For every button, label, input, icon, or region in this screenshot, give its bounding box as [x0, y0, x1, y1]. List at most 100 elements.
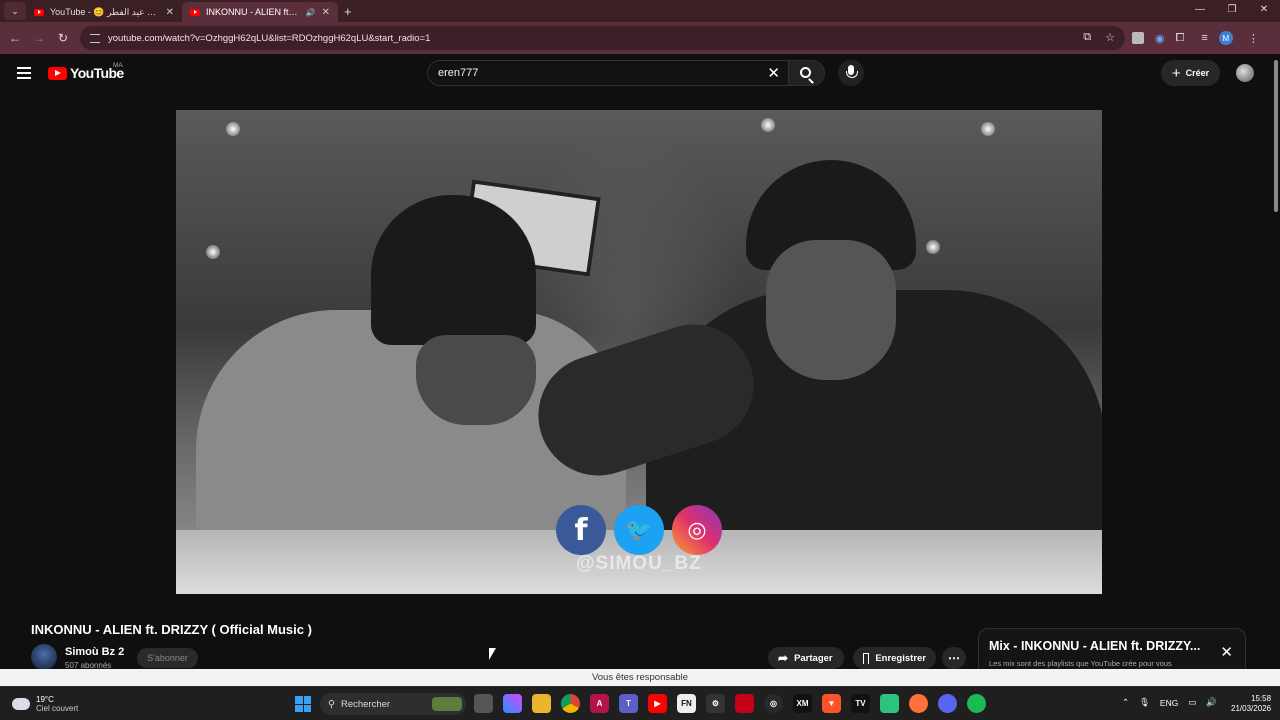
youtube-icon[interactable]: ▶: [648, 694, 667, 713]
back-button[interactable]: ←: [3, 31, 27, 45]
close-icon[interactable]: ✕: [1220, 643, 1233, 661]
brave-icon[interactable]: ▼: [822, 694, 841, 713]
close-tab-icon[interactable]: ✕: [322, 7, 330, 18]
twitter-icon: 🐦: [614, 505, 664, 555]
tab-strip: ⌄ YouTube - 😊 اجواء عيد الفطر ✕ INKONNU …: [0, 0, 1280, 22]
create-label: Créer: [1185, 68, 1210, 78]
bookmark-icon: [863, 652, 870, 664]
chevron-up-icon[interactable]: ⌃: [1122, 697, 1129, 708]
video-title: INKONNU - ALIEN ft. DRIZZY ( Official Mu…: [31, 622, 312, 637]
taskbar-search[interactable]: ⚲ Rechercher: [320, 693, 466, 715]
app-icon-red[interactable]: [735, 694, 754, 713]
extension-icon[interactable]: [1132, 32, 1144, 44]
share-label: Partager: [794, 652, 833, 664]
task-view-icon[interactable]: [474, 694, 493, 713]
mix-title[interactable]: Mix - INKONNU - ALIEN ft. DRIZZY...: [989, 639, 1214, 653]
scene-light: [981, 122, 995, 136]
maximize-button[interactable]: ❐: [1216, 0, 1248, 22]
app-icon-a[interactable]: A: [590, 694, 609, 713]
forward-button[interactable]: →: [27, 31, 51, 45]
channel-avatar[interactable]: [31, 644, 57, 670]
tab-youtube-eid[interactable]: YouTube - 😊 اجواء عيد الفطر ✕: [26, 2, 182, 22]
weather-description: Ciel couvert: [36, 704, 79, 713]
scene-light: [926, 240, 940, 254]
volume-icon[interactable]: 🔊: [1206, 697, 1217, 708]
save-label: Enregistrer: [875, 652, 926, 664]
voice-search-icon[interactable]: [838, 60, 864, 86]
tradingview-icon[interactable]: TV: [851, 694, 870, 713]
steam-icon[interactable]: ◎: [764, 694, 783, 713]
search-box: ✕: [427, 60, 789, 86]
chrome-icon[interactable]: [561, 694, 580, 713]
clear-search-icon[interactable]: ✕: [767, 64, 780, 82]
search-icon: [800, 67, 811, 78]
firefox-icon[interactable]: [909, 694, 928, 713]
close-tab-icon[interactable]: ✕: [166, 7, 174, 18]
channel-name[interactable]: Simoù Bz 2: [65, 646, 124, 658]
weather-text: 19°C Ciel couvert: [36, 695, 78, 713]
app-icon-green[interactable]: [880, 694, 899, 713]
save-button[interactable]: Enregistrer: [853, 647, 936, 669]
url-text[interactable]: youtube.com/watch?v=OzhggH62qLU&list=RDO…: [108, 33, 430, 44]
search-icon: ⚲: [328, 698, 335, 710]
search-input[interactable]: [438, 67, 738, 79]
spotify-icon[interactable]: [967, 694, 986, 713]
address-bar: ← → ↻ youtube.com/watch?v=OzhggH62qLU&li…: [0, 22, 1280, 54]
scene-light: [206, 245, 220, 259]
close-window-button[interactable]: ✕: [1248, 0, 1280, 22]
subscribe-button[interactable]: S'abonner: [137, 648, 198, 668]
share-button[interactable]: ➦ Partager: [768, 647, 844, 669]
date: 21/03/2026: [1231, 704, 1272, 713]
file-explorer-icon[interactable]: [532, 694, 551, 713]
profile-avatar[interactable]: M: [1218, 31, 1233, 45]
overlay-handle: @SIMOU_BZ: [576, 553, 702, 574]
weather-widget[interactable]: 19°C Ciel couvert: [12, 695, 78, 713]
account-avatar[interactable]: [1236, 64, 1254, 82]
plus-icon: +: [1171, 64, 1181, 82]
microphone-icon[interactable]: 🎙: [1139, 697, 1150, 708]
youtube-play-icon: [48, 66, 67, 80]
network-icon[interactable]: ▭: [1188, 697, 1196, 708]
mouse-cursor-icon: [489, 648, 496, 660]
scene-light: [226, 122, 240, 136]
temperature: 19°C: [36, 695, 54, 704]
menu-icon[interactable]: [17, 67, 31, 79]
windows-start-icon[interactable]: [295, 696, 311, 712]
video-player[interactable]: f 🐦 ◎ @SIMOU_BZ: [176, 110, 1102, 594]
copilot-icon[interactable]: [503, 694, 522, 713]
tab-inkonnu-alien[interactable]: INKONNU - ALIEN ft. DRIZZY 🔊 ✕: [182, 2, 338, 22]
minimize-button[interactable]: —: [1184, 0, 1216, 22]
chrome-menu-icon[interactable]: ⋮: [1248, 32, 1259, 45]
scene-light: [761, 118, 775, 132]
extensions-area: ◉ ⧠ ≡ M ⋮: [1132, 22, 1259, 54]
instagram-icon: ◎: [672, 505, 722, 555]
window-controls: — ❐ ✕: [1184, 0, 1280, 22]
teams-icon[interactable]: T: [619, 694, 638, 713]
tab-search-button[interactable]: ⌄: [4, 2, 26, 20]
notification-bar: Vous êtes responsable: [0, 669, 1280, 686]
language-indicator[interactable]: ENG: [1160, 698, 1178, 708]
scene-face-right: [766, 240, 896, 380]
more-actions-button[interactable]: ⋯: [942, 647, 966, 669]
clock[interactable]: 15:58 21/03/2026: [1231, 694, 1271, 714]
reading-list-icon[interactable]: ≡: [1201, 32, 1207, 44]
scene-face-left: [416, 335, 536, 425]
cast-icon[interactable]: ⧉: [1083, 31, 1091, 44]
page-scrollbar[interactable]: [1274, 60, 1278, 212]
search-button[interactable]: [789, 60, 825, 86]
speaker-icon[interactable]: 🔊: [306, 8, 316, 17]
new-tab-button[interactable]: +: [344, 4, 352, 19]
xm-app-icon[interactable]: XM: [793, 694, 812, 713]
fn-app-icon[interactable]: FN: [677, 694, 696, 713]
discord-icon[interactable]: [938, 694, 957, 713]
bookmark-star-icon[interactable]: ☆: [1105, 31, 1115, 44]
site-info-icon[interactable]: [90, 33, 100, 43]
read-aloud-icon[interactable]: ◉: [1155, 32, 1165, 45]
share-icon: ➦: [778, 651, 789, 665]
social-overlay: f 🐦 ◎: [556, 505, 722, 555]
reload-button[interactable]: ↻: [51, 31, 75, 45]
puzzle-icon[interactable]: ⧠: [1176, 32, 1185, 45]
create-button[interactable]: + Créer: [1161, 60, 1220, 86]
settings-app-icon[interactable]: ⚙: [706, 694, 725, 713]
omnibox[interactable]: youtube.com/watch?v=OzhggH62qLU&list=RDO…: [80, 26, 1125, 50]
